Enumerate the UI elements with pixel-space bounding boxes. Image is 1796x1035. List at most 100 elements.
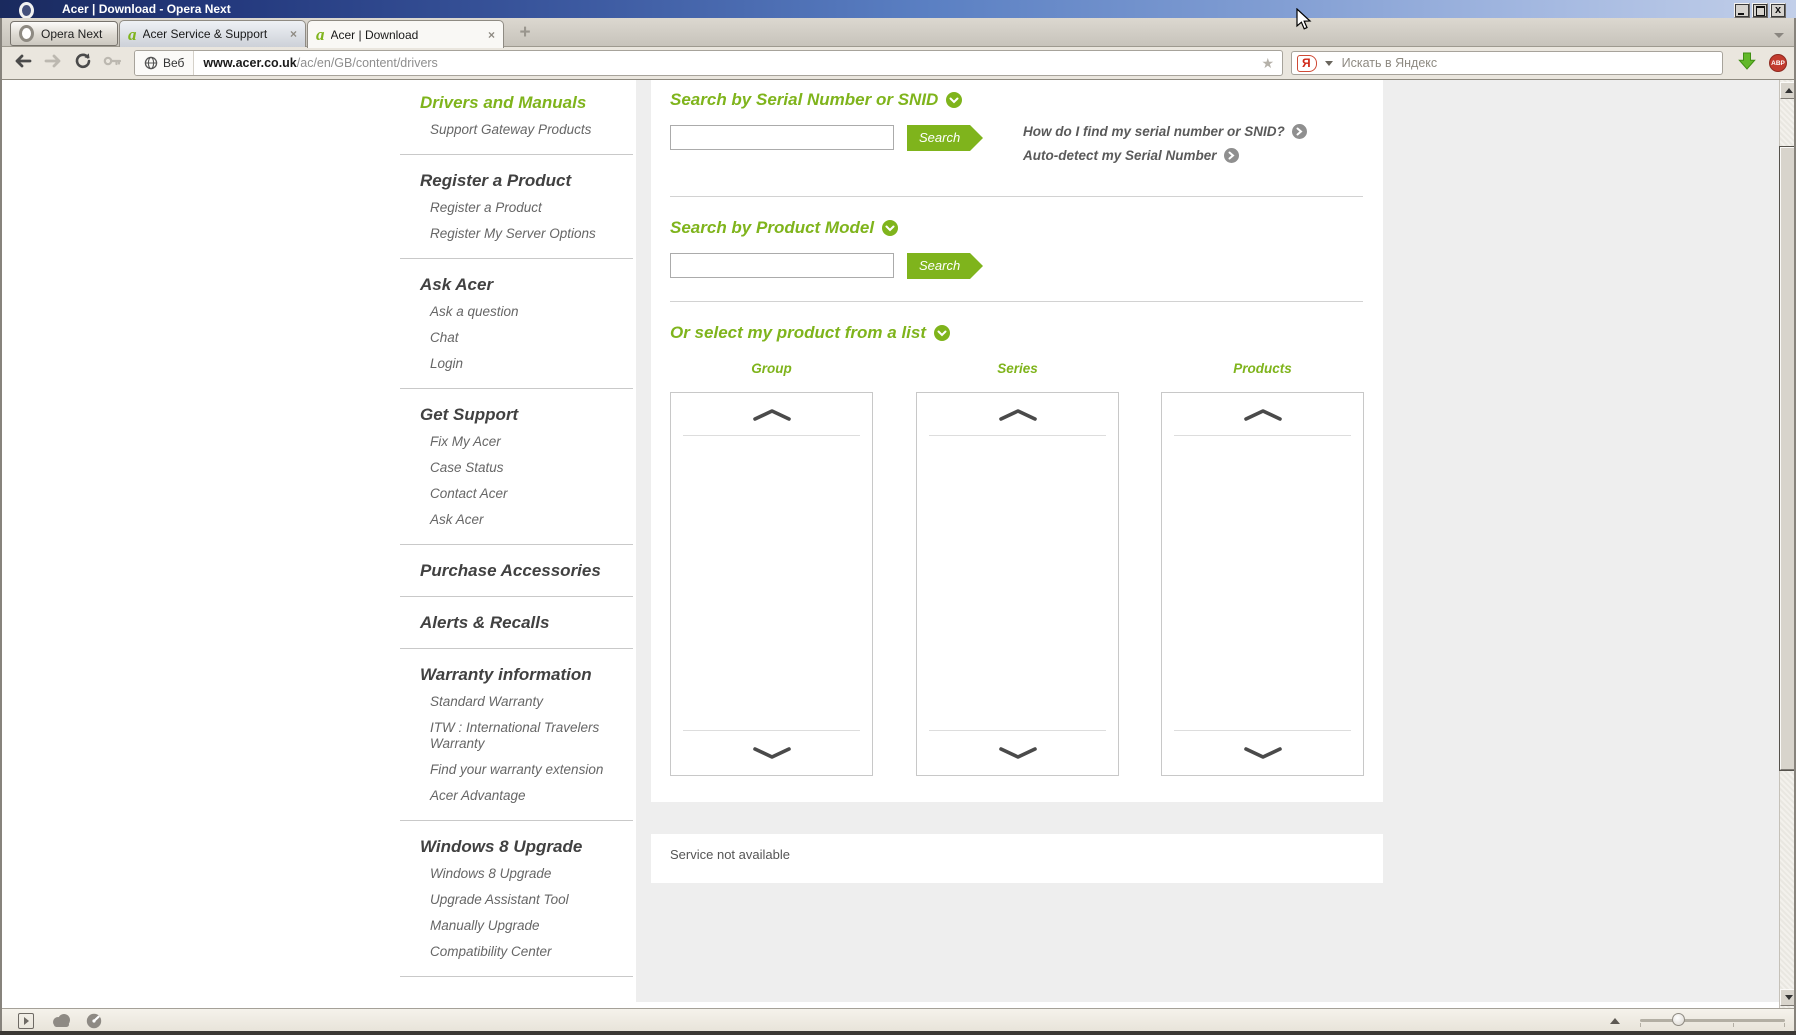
sidebar-section-ask-acer[interactable]: Ask Acer (420, 275, 636, 294)
title-bar: Acer | Download - Opera Next x (0, 0, 1796, 19)
divider (929, 435, 1106, 436)
auto-detect-serial-link[interactable]: Auto-detect my Serial Number (1023, 148, 1307, 163)
sidebar-section-drivers-and-manuals[interactable]: Drivers and Manuals (420, 93, 636, 112)
site-badge-label: Веб (163, 56, 185, 70)
product-model-input[interactable] (670, 253, 894, 278)
opera-menu-button[interactable]: Opera Next (10, 21, 118, 46)
maximize-button[interactable] (1752, 3, 1768, 18)
serial-section-title: Search by Serial Number or SNID (670, 90, 963, 110)
scroll-down-button[interactable] (671, 731, 872, 775)
divider (400, 820, 633, 821)
sidebar-item[interactable]: Contact Acer (430, 486, 610, 502)
key-icon[interactable] (98, 53, 128, 74)
sidebar-section-register-a-product[interactable]: Register a Product (420, 171, 636, 190)
products-listbox[interactable] (1161, 392, 1364, 776)
bookmark-star-icon[interactable]: ★ (1261, 55, 1274, 72)
divider (683, 435, 860, 436)
scroll-down-button[interactable] (917, 731, 1118, 775)
window-bottom-border (0, 1031, 1796, 1035)
tab-close-icon[interactable]: × (488, 28, 495, 42)
sidebar-item[interactable]: Register My Server Options (430, 226, 610, 242)
sidebar-item[interactable]: Compatibility Center (430, 944, 610, 960)
back-button[interactable] (8, 53, 38, 74)
scroll-up-button[interactable] (917, 393, 1118, 435)
series-listbox[interactable] (916, 392, 1119, 776)
site-badge[interactable]: Веб (135, 51, 195, 75)
collapse-chevron-icon[interactable] (946, 92, 963, 108)
tab-list-chevron-icon[interactable] (1774, 33, 1784, 38)
close-button[interactable]: x (1770, 3, 1786, 18)
scroll-up-button[interactable] (671, 393, 872, 435)
tab-acer-download[interactable]: a Acer | Download × (307, 20, 504, 48)
search-engine-dropdown-icon[interactable] (1324, 60, 1333, 66)
scroll-up-button[interactable] (1162, 393, 1363, 435)
yandex-icon[interactable]: Я (1297, 54, 1317, 72)
sidebar-section-purchase-accessories[interactable]: Purchase Accessories (420, 561, 636, 580)
sidebar-item[interactable]: Fix My Acer (430, 434, 610, 450)
address-input[interactable]: Веб www.acer.co.uk/ac/en/GB/content/driv… (134, 50, 1283, 76)
sidebar-item[interactable]: Support Gateway Products (430, 122, 610, 138)
minimize-button[interactable] (1734, 3, 1750, 18)
model-search-button[interactable]: Search (907, 253, 984, 279)
sidebar-section-get-support[interactable]: Get Support (420, 405, 636, 424)
zoom-slider-track[interactable] (1640, 1019, 1785, 1022)
serial-search-button[interactable]: Search (907, 125, 984, 151)
model-section-title: Search by Product Model (670, 218, 899, 238)
scroll-down-button[interactable] (1162, 731, 1363, 775)
tab-close-icon[interactable]: × (290, 27, 297, 41)
download-arrow-icon[interactable] (1737, 51, 1757, 76)
zoom-tick (1784, 1023, 1785, 1027)
url-domain: www.acer.co.uk (203, 56, 297, 70)
opera-link-cloud-icon[interactable] (50, 1013, 72, 1033)
zoom-slider-thumb[interactable] (1672, 1013, 1685, 1026)
adblock-icon[interactable]: ABP (1769, 54, 1787, 72)
sidebar-item[interactable]: Chat (430, 330, 610, 346)
chevron-down-icon (1243, 746, 1282, 759)
mouse-cursor (1296, 8, 1312, 30)
chevron-up-icon (1243, 408, 1282, 421)
tab-acer-service-support[interactable]: a Acer Service & Support × (119, 20, 306, 47)
sidebar-item[interactable]: Standard Warranty (430, 694, 610, 710)
service-notice: Service not available (670, 847, 790, 862)
chevron-up-icon (752, 408, 791, 421)
group-listbox[interactable] (670, 392, 873, 776)
window-title: Acer | Download - Opera Next (62, 2, 231, 16)
opera-o-icon (19, 25, 34, 42)
forward-button[interactable] (38, 53, 68, 74)
column-header-products: Products (1233, 361, 1292, 376)
sidebar-section-warranty-information[interactable]: Warranty information (420, 665, 636, 684)
panels-toggle-icon[interactable] (18, 1013, 34, 1029)
sidebar-section-alerts-recalls[interactable]: Alerts & Recalls (420, 613, 636, 632)
sidebar-item[interactable]: Ask a question (430, 304, 610, 320)
zoom-tick (1640, 1023, 1641, 1027)
list-section-title: Or select my product from a list (670, 323, 951, 343)
sidebar-item[interactable]: Acer Advantage (430, 788, 610, 804)
sidebar-item[interactable]: Manually Upgrade (430, 918, 610, 934)
collapse-chevron-icon[interactable] (934, 325, 951, 341)
reload-button[interactable] (68, 52, 98, 75)
collapse-chevron-icon[interactable] (882, 220, 899, 236)
divider (1174, 435, 1351, 436)
sidebar-item[interactable]: Register a Product (430, 200, 610, 216)
sidebar-item[interactable]: Login (430, 356, 610, 372)
divider (400, 976, 633, 977)
web-search-field[interactable]: Я (1291, 51, 1723, 75)
url-text: www.acer.co.uk/ac/en/GB/content/drivers (203, 56, 1261, 70)
new-tab-button[interactable]: + (516, 23, 534, 42)
sidebar-item[interactable]: Windows 8 Upgrade (430, 866, 610, 882)
url-path: /ac/en/GB/content/drivers (296, 56, 438, 70)
sidebar-item[interactable]: ITW : International Travelers Warranty (430, 720, 610, 752)
zoom-collapse-icon[interactable] (1610, 1018, 1620, 1024)
find-serial-link[interactable]: How do I find my serial number or SNID? (1023, 124, 1307, 139)
sidebar-item[interactable]: Upgrade Assistant Tool (430, 892, 610, 908)
sidebar-item[interactable]: Case Status (430, 460, 610, 476)
yandex-search-input[interactable] (1339, 55, 1722, 71)
zoom-tick (1733, 1023, 1734, 1027)
globe-icon (144, 56, 158, 70)
sidebar: Drivers and Manuals Support Gateway Prod… (397, 80, 636, 996)
sidebar-item[interactable]: Ask Acer (430, 512, 610, 528)
serial-number-input[interactable] (670, 125, 894, 150)
sidebar-item[interactable]: Find your warranty extension (430, 762, 610, 778)
chevron-down-icon (752, 746, 791, 759)
sidebar-section-windows-8-upgrade[interactable]: Windows 8 Upgrade (420, 837, 636, 856)
